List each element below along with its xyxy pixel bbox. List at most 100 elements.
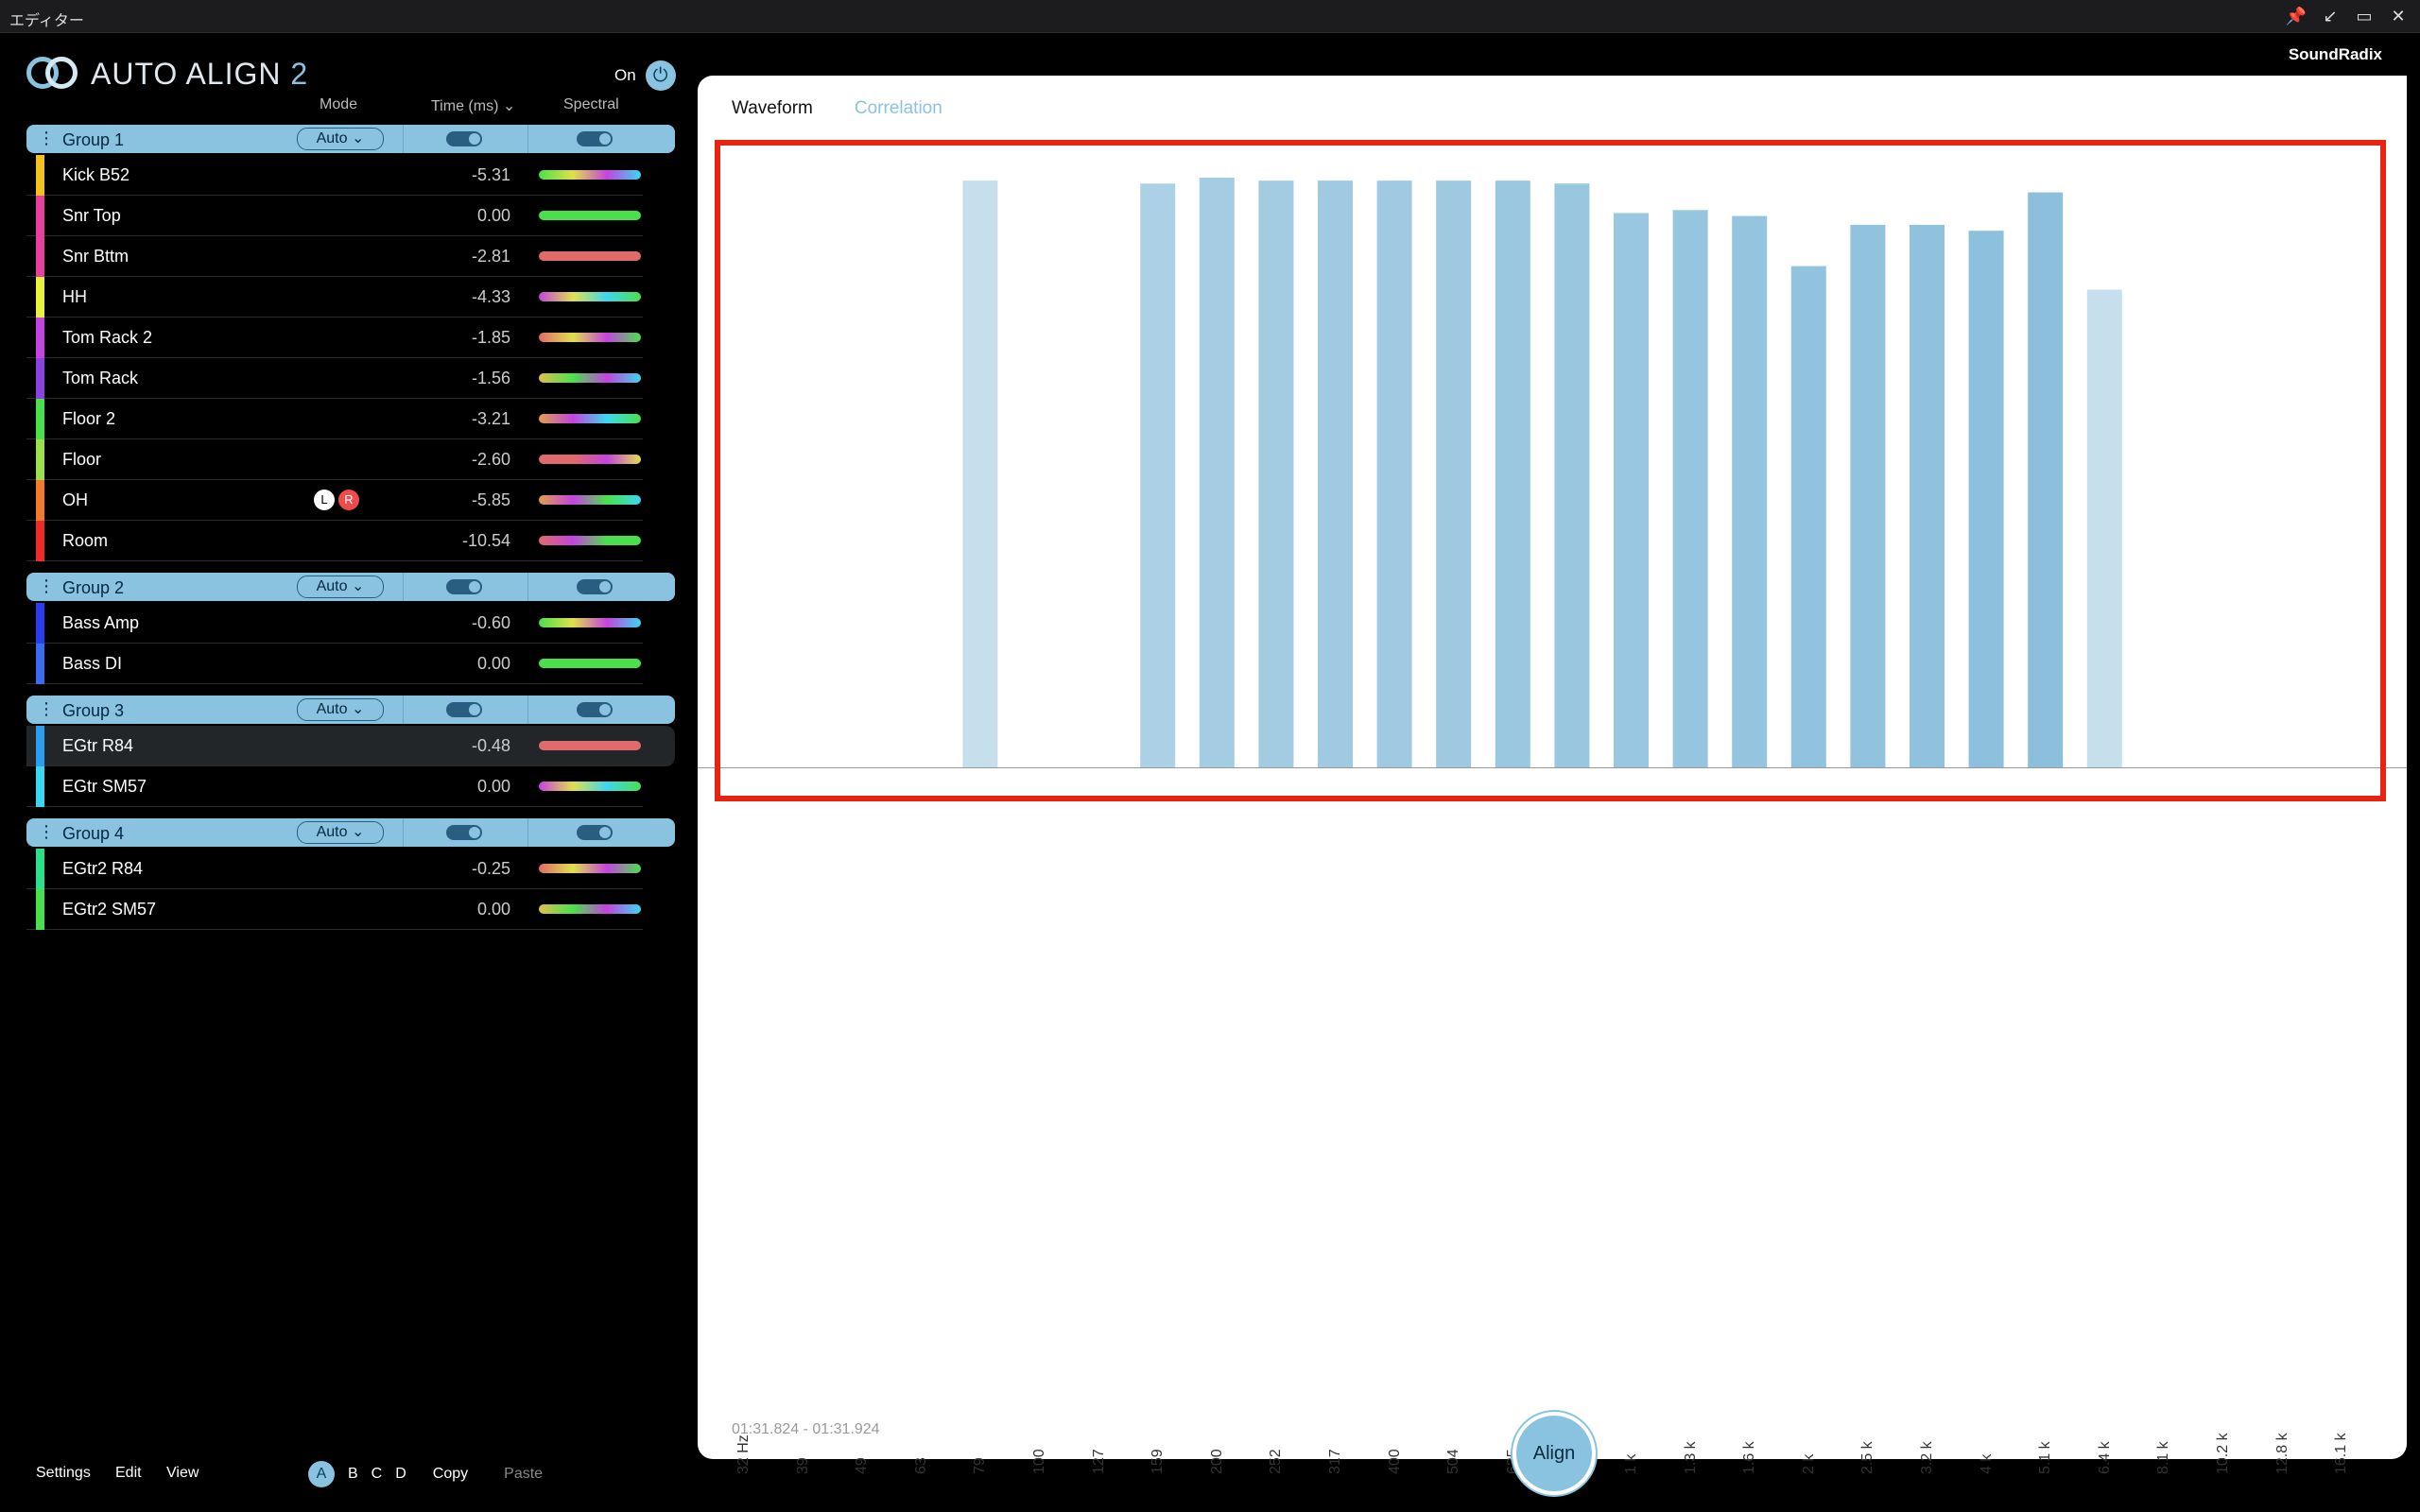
tick-label: 10.2 k: [2215, 1433, 2231, 1474]
track-row[interactable]: HH -4.33: [26, 277, 643, 318]
spectral-toggle[interactable]: [577, 702, 613, 717]
spectral-toggle[interactable]: [577, 131, 613, 146]
track-color-bar: [36, 603, 44, 644]
track-time-value[interactable]: -0.25: [472, 859, 510, 879]
edit-menu[interactable]: Edit: [115, 1465, 142, 1482]
track-name: Room: [62, 531, 109, 550]
time-header-label: Time (ms): [431, 98, 499, 114]
track-time-value[interactable]: -3.21: [472, 409, 510, 429]
spectral-strip: [539, 864, 641, 873]
track-color-bar: [36, 644, 44, 684]
logo-number: 2: [290, 56, 309, 91]
mode-select[interactable]: Auto ⌄: [297, 576, 384, 598]
track-time-value[interactable]: -5.31: [472, 165, 510, 185]
group-header[interactable]: ⋮ Group 3 Auto ⌄: [26, 696, 675, 724]
power-button[interactable]: ⏻: [645, 60, 676, 91]
mode-select[interactable]: Auto ⌄: [297, 698, 384, 721]
track-row[interactable]: Bass DI 0.00: [26, 644, 643, 684]
track-row[interactable]: Kick B52 -5.31: [26, 155, 643, 196]
track-time-value[interactable]: 0.00: [477, 206, 510, 226]
track-row[interactable]: Room -10.54: [26, 521, 643, 561]
track-time-value[interactable]: -1.85: [472, 328, 510, 348]
track-time-value[interactable]: -10.54: [462, 531, 510, 551]
track-row[interactable]: OH -5.85 L R: [26, 480, 643, 521]
track-time-value[interactable]: 0.00: [477, 654, 510, 674]
track-row[interactable]: Floor 2 -3.21: [26, 399, 643, 439]
track-time-value[interactable]: -0.60: [472, 613, 510, 633]
spectral-strip: [539, 618, 641, 627]
slot-d-button[interactable]: D: [395, 1466, 406, 1483]
group-name: Group 3: [62, 701, 125, 720]
spectral-toggle[interactable]: [577, 825, 613, 840]
pin-icon[interactable]: 📌: [2284, 5, 2308, 27]
track-row[interactable]: Bass Amp -0.60: [26, 603, 643, 644]
track-time-value[interactable]: -5.85: [472, 490, 510, 510]
drag-handle-icon[interactable]: ⋮: [38, 822, 55, 841]
plugin-logo: AUTO ALIGN 2: [26, 55, 308, 93]
track-row[interactable]: Floor -2.60: [26, 439, 643, 480]
column-separator: [527, 696, 528, 724]
spectral-strip: [539, 455, 641, 464]
track-row[interactable]: Tom Rack 2 -1.85: [26, 318, 643, 358]
track-color-bar: [36, 236, 44, 277]
track-time-value[interactable]: 0.00: [477, 900, 510, 919]
mode-value: Auto: [316, 130, 348, 146]
track-color-bar: [36, 480, 44, 521]
window-controls: 📌 ↙ ▭ ✕: [2284, 5, 2411, 27]
time-toggle[interactable]: [446, 131, 482, 146]
drag-handle-icon[interactable]: ⋮: [38, 576, 55, 595]
mode-select[interactable]: Auto ⌄: [297, 821, 384, 844]
tick-label: 127: [1090, 1449, 1107, 1474]
time-toggle[interactable]: [446, 702, 482, 717]
slot-a-button[interactable]: A: [308, 1461, 335, 1487]
group-header[interactable]: ⋮ Group 1 Auto ⌄: [26, 125, 675, 153]
group-header[interactable]: ⋮ Group 4 Auto ⌄: [26, 818, 675, 847]
column-time-header[interactable]: Time (ms) ⌄: [431, 96, 515, 115]
track-name: Snr Bttm: [62, 247, 130, 266]
drag-handle-icon[interactable]: ⋮: [38, 129, 55, 147]
track-time-value[interactable]: -0.48: [472, 736, 510, 756]
copy-button[interactable]: Copy: [433, 1466, 468, 1483]
time-toggle[interactable]: [446, 825, 482, 840]
tick-label: 252: [1268, 1449, 1285, 1474]
column-separator: [527, 573, 528, 601]
track-time-value[interactable]: -2.81: [472, 247, 510, 266]
collapse-icon[interactable]: ↙: [2318, 5, 2342, 27]
highlight-box: [715, 140, 2386, 801]
view-menu[interactable]: View: [166, 1465, 199, 1482]
track-row[interactable]: EGtr SM57 0.00: [26, 766, 643, 807]
track-time-value[interactable]: -1.56: [472, 369, 510, 388]
logo-circles-icon: [26, 55, 79, 93]
track-row[interactable]: Snr Top 0.00: [26, 196, 643, 236]
spectral-strip: [539, 292, 641, 301]
track-time-value[interactable]: 0.00: [477, 777, 510, 797]
track-time-value[interactable]: -4.33: [472, 287, 510, 307]
close-icon[interactable]: ✕: [2386, 5, 2411, 27]
tick-label: 317: [1327, 1449, 1343, 1474]
track-row[interactable]: EGtr R84 -0.48: [26, 726, 675, 766]
track-row[interactable]: EGtr2 R84 -0.25: [26, 849, 643, 889]
mode-select[interactable]: Auto ⌄: [297, 128, 384, 150]
track-row[interactable]: Snr Bttm -2.81: [26, 236, 643, 277]
track-time-value[interactable]: -2.60: [472, 450, 510, 470]
column-separator: [403, 573, 404, 601]
group-header[interactable]: ⋮ Group 2 Auto ⌄: [26, 573, 675, 601]
drag-handle-icon[interactable]: ⋮: [38, 699, 55, 718]
spectral-strip: [539, 373, 641, 383]
track-name: EGtr2 SM57: [62, 900, 157, 919]
track-row[interactable]: EGtr2 SM57 0.00: [26, 889, 643, 930]
track-row[interactable]: Tom Rack -1.56: [26, 358, 643, 399]
track-name: Floor 2: [62, 409, 116, 428]
settings-menu[interactable]: Settings: [36, 1465, 91, 1482]
window-icon[interactable]: ▭: [2352, 5, 2377, 27]
align-button[interactable]: Align: [1512, 1412, 1596, 1495]
slot-b-button[interactable]: B: [348, 1466, 358, 1483]
track-name: HH: [62, 287, 87, 306]
time-toggle[interactable]: [446, 579, 482, 594]
stereo-link[interactable]: LR: [314, 490, 367, 512]
spectral-strip: [539, 251, 641, 261]
slot-c-button[interactable]: C: [372, 1466, 383, 1483]
tick-label: 3.2 k: [1919, 1441, 1935, 1474]
paste-button[interactable]: Paste: [504, 1466, 543, 1483]
spectral-toggle[interactable]: [577, 579, 613, 594]
